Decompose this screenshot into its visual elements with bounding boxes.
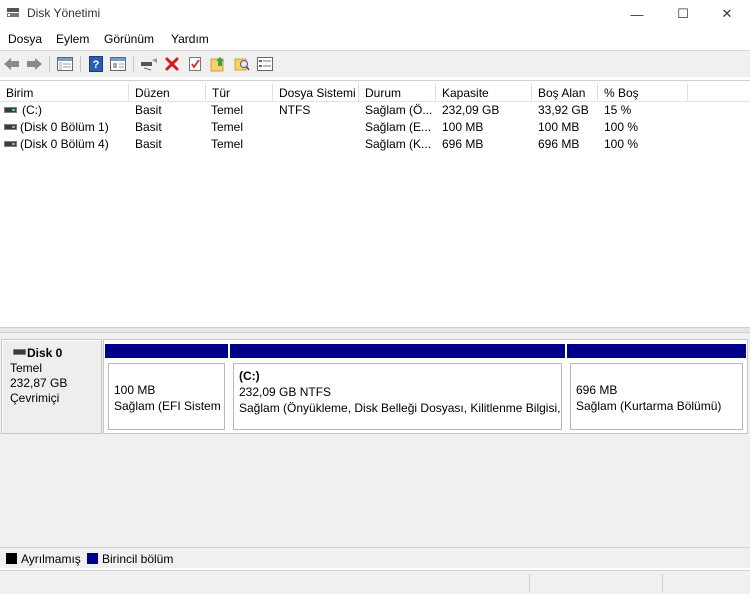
title-bar: Disk Yönetimi — ☐ ✕ — [0, 0, 750, 28]
menu-gorunum[interactable]: Görünüm — [104, 32, 154, 46]
column-header-duzen[interactable]: Düzen — [129, 83, 206, 102]
check-icon[interactable] — [185, 55, 205, 73]
partition-status: Sağlam (Kurtarma Bölümü) — [576, 399, 722, 413]
column-header-birim[interactable]: Birim — [0, 83, 129, 102]
delete-icon[interactable] — [162, 55, 182, 73]
column-header-bos-alan[interactable]: Boş Alan — [532, 83, 598, 102]
cell-durum: Sağlam (K... — [365, 137, 432, 151]
column-header-dosya-sistemi[interactable]: Dosya Sistemi — [273, 83, 359, 102]
legend-unallocated: Ayrılmamış — [21, 552, 81, 566]
maximize-button[interactable]: ☐ — [660, 0, 706, 28]
cell-bos-alan: 33,92 GB — [538, 103, 589, 117]
partition-size: 696 MB — [576, 383, 618, 397]
cell-duzen: Basit — [135, 103, 162, 117]
toolbar-separator — [49, 56, 50, 72]
disk-graphic-view: Disk 0 Temel 232,87 GB Çevrimiçi 100 MB … — [0, 333, 750, 547]
cell-durum: Sağlam (E... — [365, 120, 432, 134]
primary-partition-bar — [105, 344, 228, 358]
partition-size: 100 MB — [114, 383, 156, 397]
window-title: Disk Yönetimi — [27, 6, 101, 20]
disk-0-label[interactable]: Disk 0 Temel 232,87 GB Çevrimiçi — [1, 339, 102, 434]
column-header-kapasite[interactable]: Kapasite — [436, 83, 532, 102]
partition-status: Sağlam (Önyükleme, Disk Belleği Dosyası,… — [239, 401, 562, 415]
status-bar — [0, 570, 750, 594]
disk-status: Çevrimiçi — [10, 391, 60, 405]
cell-yuzde-bos: 100 % — [604, 137, 639, 151]
disk-size: 232,87 GB — [10, 376, 68, 390]
toolbar: ? — [0, 50, 750, 77]
partition-size: 232,09 GB NTFS — [239, 385, 332, 399]
cell-kapasite: 232,09 GB — [442, 103, 500, 117]
cell-yuzde-bos: 15 % — [604, 103, 632, 117]
cell-birim: (Disk 0 Bölüm 4) — [20, 137, 109, 151]
toolbar-separator — [133, 56, 134, 72]
cell-tur: Temel — [211, 103, 244, 117]
legend-primary-partition: Birincil bölüm — [102, 552, 174, 566]
menu-dosya[interactable]: Dosya — [8, 32, 42, 46]
menu-yardim[interactable]: Yardım — [171, 32, 209, 46]
cell-duzen: Basit — [135, 137, 162, 151]
primary-partition-bar — [230, 344, 565, 358]
help-icon[interactable]: ? — [86, 55, 106, 73]
svg-text:?: ? — [93, 59, 100, 71]
status-separator — [529, 574, 530, 592]
close-button[interactable]: ✕ — [704, 0, 750, 28]
volume-icon — [4, 107, 17, 113]
partition-c[interactable]: (C:) 232,09 GB NTFS Sağlam (Önyükleme, D… — [230, 344, 565, 430]
cell-kapasite: 696 MB — [442, 137, 484, 151]
primary-partition-bar — [567, 344, 746, 358]
cell-yuzde-bos: 100 % — [604, 120, 639, 134]
cell-durum: Sağlam (Ö... — [365, 103, 433, 117]
disk-0-partitions: 100 MB Sağlam (EFI Sistem B (C:) 232,09 … — [103, 339, 748, 434]
menu-bar: Dosya Eylem Görünüm Yardım — [0, 28, 750, 50]
cell-bos-alan: 100 MB — [538, 120, 580, 134]
volume-icon — [4, 124, 17, 130]
search-folder-icon[interactable] — [232, 55, 252, 73]
partition-efi[interactable]: 100 MB Sağlam (EFI Sistem B — [105, 344, 228, 430]
connect-icon[interactable] — [139, 55, 159, 73]
volume-icon — [4, 141, 17, 147]
menu-eylem[interactable]: Eylem — [56, 32, 89, 46]
cell-birim: (Disk 0 Bölüm 1) — [20, 120, 109, 134]
console-tree-icon[interactable] — [55, 55, 75, 73]
column-header-durum[interactable]: Durum — [359, 83, 436, 102]
column-header-tur[interactable]: Tür — [206, 83, 273, 102]
cell-bos-alan: 696 MB — [538, 137, 580, 151]
partition-recovery[interactable]: 696 MB Sağlam (Kurtarma Bölümü) — [567, 344, 746, 430]
primary-partition-swatch — [87, 553, 98, 564]
cell-tur: Temel — [211, 137, 244, 151]
back-icon[interactable] — [2, 55, 22, 73]
cell-kapasite: 100 MB — [442, 120, 484, 134]
column-header-row: Birim Düzen Tür Dosya Sistemi Durum Kapa… — [0, 83, 750, 102]
cell-tur: Temel — [211, 120, 244, 134]
cell-duzen: Basit — [135, 120, 162, 134]
partition-status: Sağlam (EFI Sistem B — [114, 399, 225, 413]
cell-birim: (C:) — [22, 103, 42, 117]
properties-icon[interactable] — [108, 55, 128, 73]
volume-row[interactable]: (C:) Basit Temel NTFS Sağlam (Ö... 232,0… — [0, 102, 750, 119]
legend: Ayrılmamış Birincil bölüm — [0, 547, 750, 568]
volume-row[interactable]: (Disk 0 Bölüm 1) Basit Temel Sağlam (E..… — [0, 119, 750, 136]
status-separator — [662, 574, 663, 592]
column-header-yuzde-bos[interactable]: % Boş — [598, 83, 688, 102]
folder-up-icon[interactable] — [208, 55, 228, 73]
volume-row[interactable]: (Disk 0 Bölüm 4) Basit Temel Sağlam (K..… — [0, 136, 750, 153]
disk-type: Temel — [10, 361, 43, 375]
cell-dosya-sistemi: NTFS — [279, 103, 311, 117]
disk-icon — [13, 349, 26, 355]
disk-management-app-icon — [6, 6, 20, 19]
volume-list: Birim Düzen Tür Dosya Sistemi Durum Kapa… — [0, 80, 750, 327]
unallocated-swatch — [6, 553, 17, 564]
toolbar-separator — [80, 56, 81, 72]
forward-icon[interactable] — [24, 55, 44, 73]
disk-name: Disk 0 — [27, 346, 63, 360]
partition-name: (C:) — [239, 369, 260, 383]
minimize-button[interactable]: — — [614, 0, 660, 28]
settings-list-icon[interactable] — [255, 55, 275, 73]
